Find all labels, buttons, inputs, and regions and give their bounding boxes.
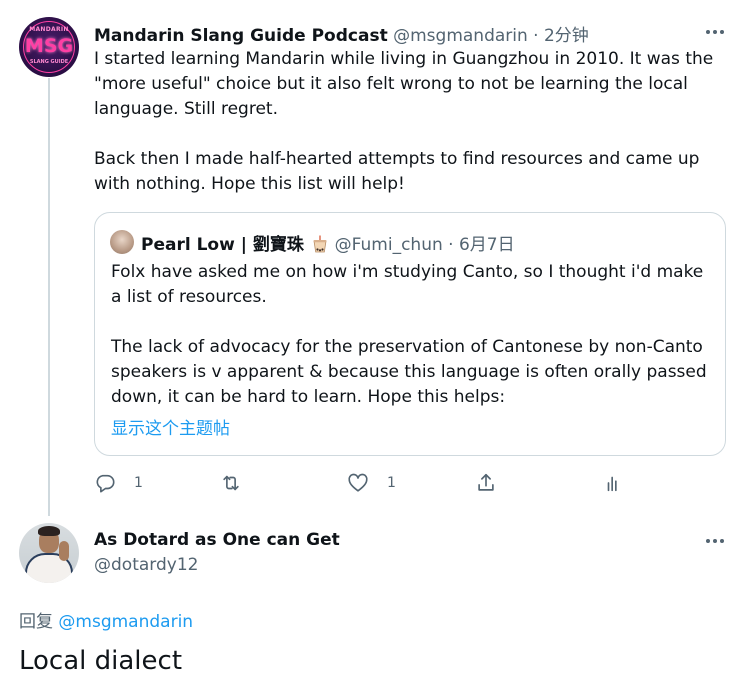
author-name[interactable]: Mandarin Slang Guide Podcast [94, 26, 388, 46]
like-button[interactable]: 1 [347, 470, 396, 496]
show-thread-link[interactable]: 显示这个主题帖 [111, 414, 230, 439]
heart-icon [348, 473, 368, 492]
avatar-bottom-text: SLANG GUIDE [29, 59, 69, 65]
reply-more-options-icon[interactable] [703, 536, 727, 546]
avatar-top-text: MANDARIN [29, 26, 69, 33]
tweet-text: I started learning Mandarin while living… [94, 47, 734, 197]
author-avatar[interactable]: MANDARIN MSG SLANG GUIDE [19, 17, 79, 77]
quoted-author-name: Pearl Low | 劉寶珠 [141, 235, 304, 255]
tweet-paragraph: I started learning Mandarin while living… [94, 49, 714, 119]
quoted-tweet-timestamp: 6月7日 [458, 235, 515, 255]
quoted-paragraph: Folx have asked me on how i'm studying C… [111, 262, 704, 307]
retweet-icon [223, 475, 239, 491]
quoted-author-avatar [110, 230, 134, 254]
tweet-paragraph: Back then I made half-hearted attempts t… [94, 149, 700, 194]
reply-tweet-text: Local dialect [19, 646, 183, 676]
reply-tweet[interactable]: As Dotard as One can Get @dotardy12 回复 @… [0, 510, 743, 695]
retweet-button[interactable] [220, 470, 260, 496]
share-icon [478, 473, 494, 491]
thread-connector-line [48, 78, 50, 516]
reply-author-avatar[interactable] [19, 523, 79, 583]
bubble-tea-icon [313, 235, 327, 253]
analytics-icon [607, 476, 617, 492]
avatar-arm [59, 541, 69, 561]
main-tweet[interactable]: MANDARIN MSG SLANG GUIDE Mandarin Slang … [0, 0, 743, 516]
avatar-logo-text: MSG [24, 35, 74, 57]
share-button[interactable] [475, 470, 497, 496]
author-handle[interactable]: @msgmandarin [393, 26, 528, 46]
more-options-icon[interactable] [703, 27, 727, 37]
reply-author-handle[interactable]: @dotardy12 [94, 555, 198, 575]
quoted-header-separator: · [448, 235, 454, 255]
quoted-tweet-text: Folx have asked me on how i'm studying C… [111, 260, 711, 410]
header-separator: · [533, 26, 539, 46]
replying-to-line: 回复 @msgmandarin [19, 607, 193, 632]
reply-button[interactable]: 1 [94, 470, 143, 496]
quoted-paragraph: The lack of advocacy for the preservatio… [111, 337, 707, 407]
reply-count: 1 [134, 475, 143, 491]
reply-author-name[interactable]: As Dotard as One can Get [94, 530, 340, 550]
tweet-actions-bar: 1 1 [94, 470, 694, 496]
tweet-header: Mandarin Slang Guide Podcast @msgmandari… [94, 21, 589, 46]
avatar-hair [38, 526, 60, 536]
quoted-tweet-card[interactable]: Pearl Low | 劉寶珠 @Fumi_chun · 6月7日 Folx h… [94, 212, 726, 456]
quoted-tweet-header: Pearl Low | 劉寶珠 @Fumi_chun · 6月7日 [141, 230, 515, 255]
quoted-author-handle: @Fumi_chun [334, 235, 443, 255]
like-count: 1 [387, 475, 396, 491]
tweet-timestamp[interactable]: 2分钟 [544, 26, 589, 46]
reply-icon [96, 474, 115, 493]
replying-to-label: 回复 [19, 612, 53, 632]
replying-to-mention[interactable]: @msgmandarin [58, 612, 193, 632]
analytics-button[interactable] [603, 470, 625, 496]
